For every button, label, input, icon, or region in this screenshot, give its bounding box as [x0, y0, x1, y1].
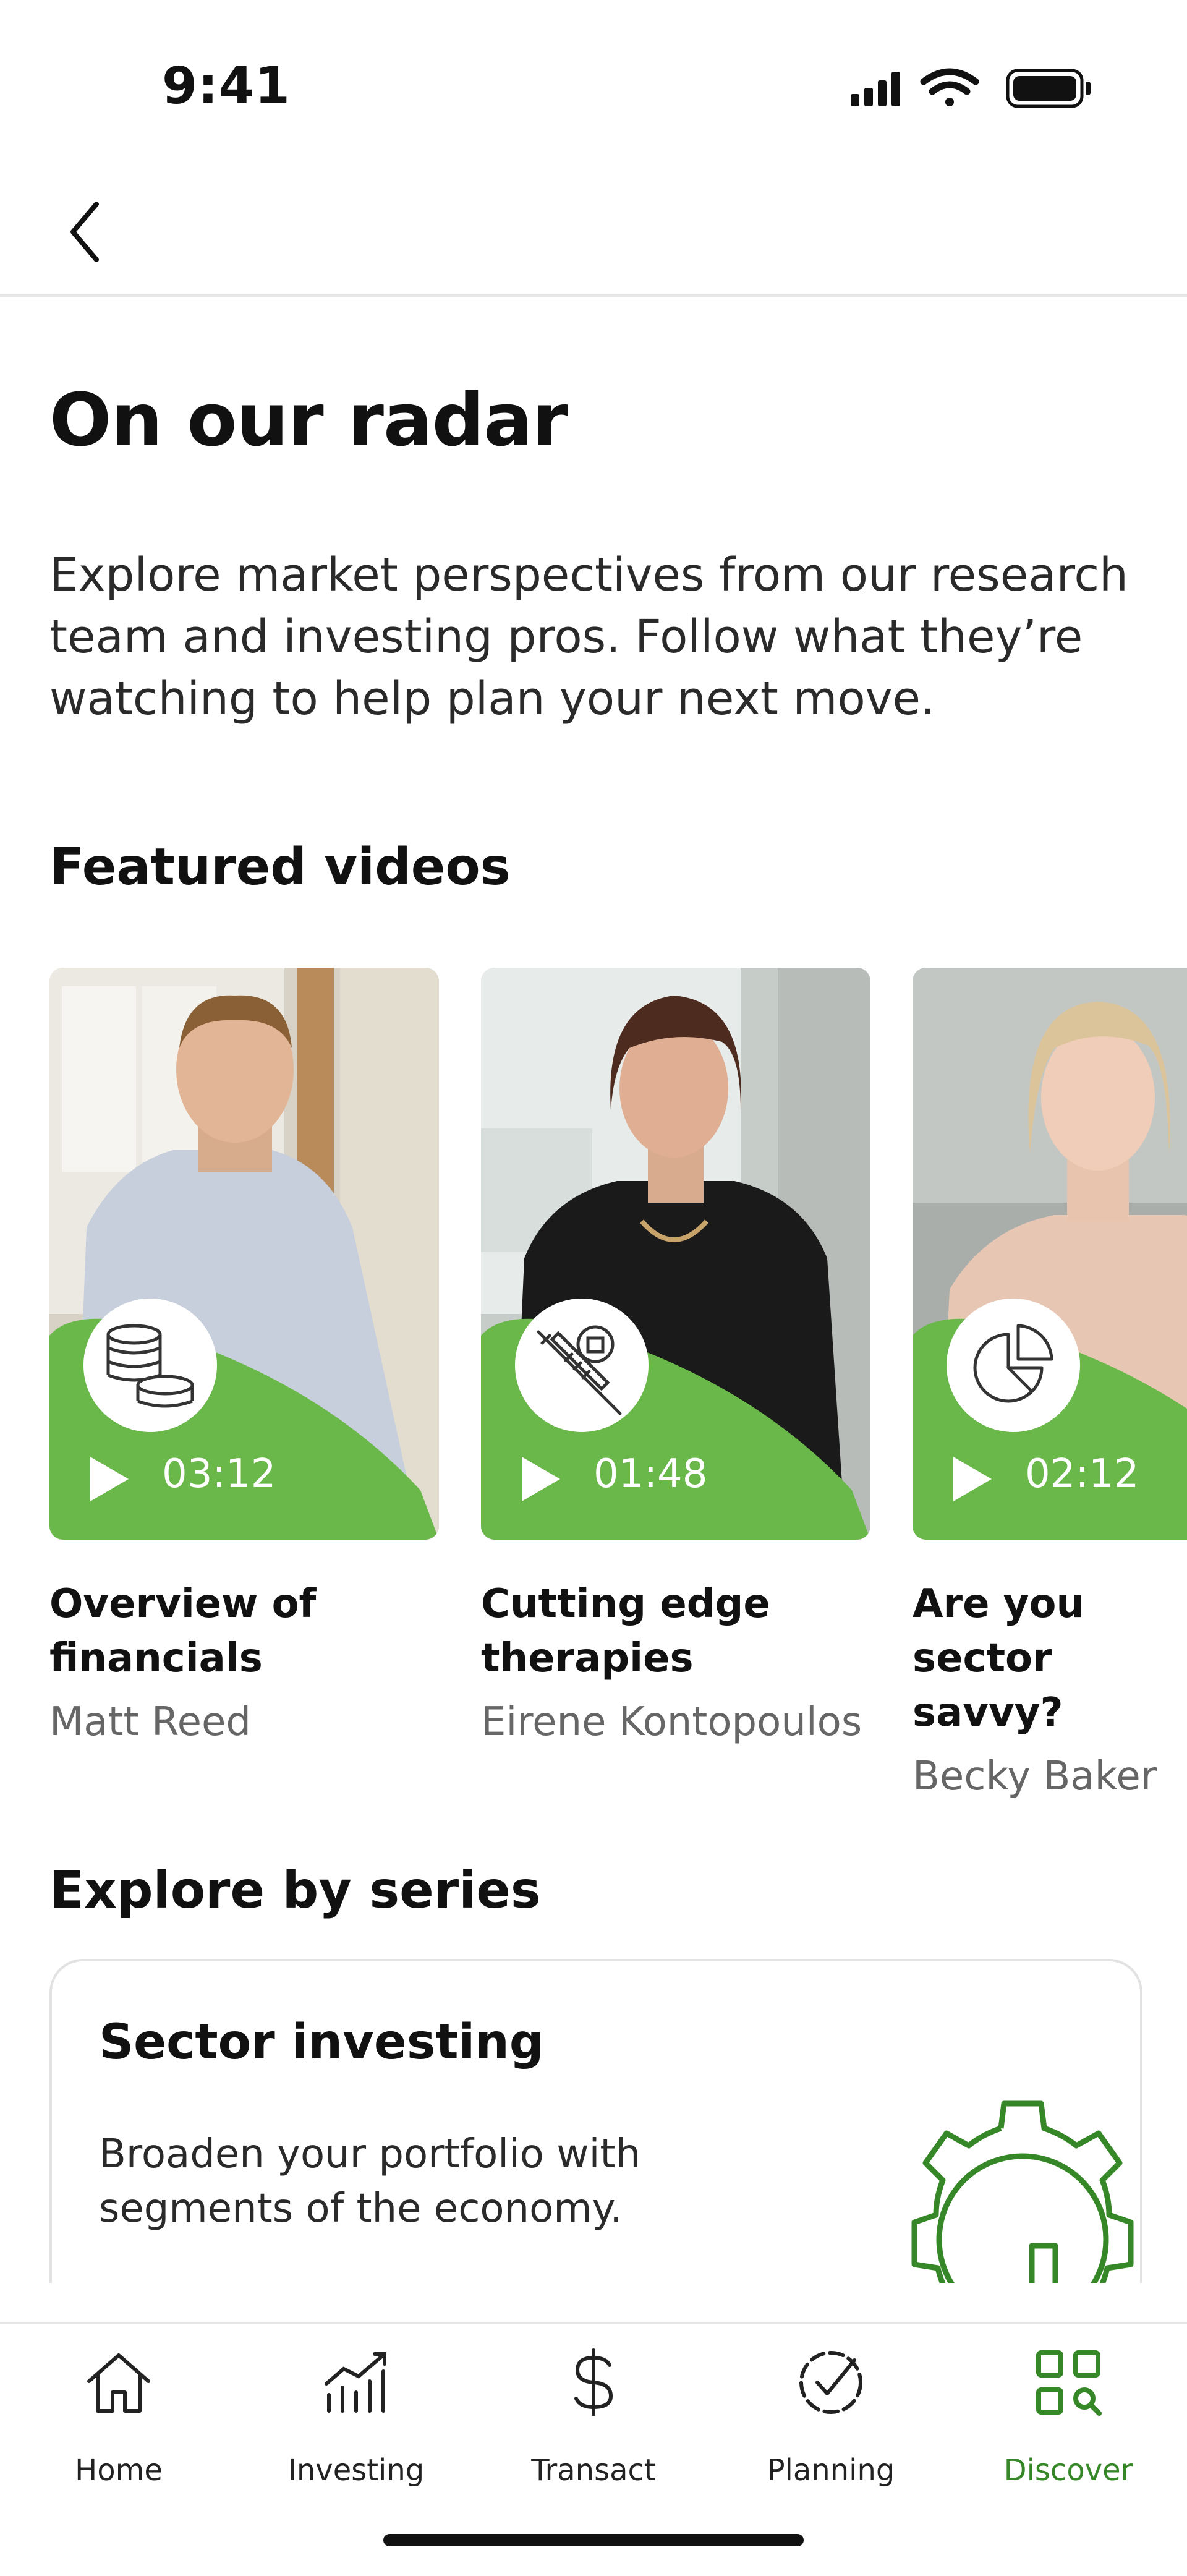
- gear-chart-icon: [911, 2100, 1134, 2283]
- back-button[interactable]: [56, 192, 124, 272]
- tab-discover[interactable]: Discover: [976, 2347, 1161, 2501]
- play-icon[interactable]: [519, 1454, 563, 1504]
- status-bar: 9:41: [0, 0, 1187, 155]
- video-title[interactable]: Are you sector savvy?: [913, 1577, 1187, 1740]
- video-card[interactable]: 03:12 Overview of financials Matt Reed: [49, 968, 439, 1745]
- status-time: 9:41: [162, 57, 291, 116]
- series-card-sector-investing[interactable]: Sector investing Broaden your portfolio …: [49, 1959, 1142, 2283]
- tab-label: Transact: [531, 2453, 656, 2488]
- coins-icon: [83, 1299, 217, 1432]
- investing-chart-icon: [325, 2352, 386, 2413]
- video-duration: 01:48: [594, 1451, 708, 1497]
- video-duration: 02:12: [1025, 1451, 1139, 1497]
- home-indicator: [383, 2534, 804, 2546]
- tab-label: Home: [75, 2453, 163, 2488]
- video-card[interactable]: 02:12 Are you sector savvy? Becky Baker: [913, 968, 1187, 1799]
- tab-label: Investing: [287, 2453, 425, 2488]
- video-author: Eirene Kontopoulos: [481, 1699, 862, 1745]
- tab-label: Discover: [1003, 2453, 1133, 2488]
- battery-icon: [1006, 69, 1091, 108]
- video-thumbnail[interactable]: 02:12: [913, 968, 1187, 1540]
- featured-videos-heading: Featured videos: [49, 838, 511, 897]
- play-icon[interactable]: [88, 1454, 131, 1504]
- tab-transact[interactable]: Transact: [501, 2347, 686, 2501]
- tab-label: Planning: [767, 2453, 895, 2488]
- video-author: Matt Reed: [49, 1699, 251, 1745]
- video-thumbnail[interactable]: 01:48: [481, 968, 870, 1540]
- series-title: Sector investing: [99, 2015, 544, 2070]
- video-title[interactable]: Overview of financials: [49, 1577, 439, 1686]
- video-duration: 03:12: [162, 1451, 276, 1497]
- video-author: Becky Baker: [913, 1754, 1157, 1799]
- page-title: On our radar: [49, 377, 568, 463]
- status-icons: [851, 68, 1091, 108]
- video-card[interactable]: 01:48 Cutting edge therapies Eirene Kont…: [481, 968, 870, 1745]
- nav-bar: [0, 155, 1187, 297]
- planning-check-icon: [799, 2351, 862, 2414]
- discover-grid-icon: [1036, 2350, 1102, 2416]
- tab-investing[interactable]: Investing: [263, 2347, 449, 2501]
- signal-icon: [851, 72, 900, 106]
- intro-text: Explore market perspectives from our res…: [49, 548, 1128, 725]
- syringe-icon: [515, 1299, 649, 1432]
- video-title[interactable]: Cutting edge therapies: [481, 1577, 870, 1686]
- tab-home[interactable]: Home: [26, 2347, 211, 2501]
- tab-planning[interactable]: Planning: [738, 2347, 924, 2501]
- pie-chart-icon: [947, 1299, 1080, 1432]
- explore-by-series-heading: Explore by series: [49, 1861, 541, 1920]
- video-thumbnail[interactable]: 03:12: [49, 968, 439, 1540]
- dollar-icon: [574, 2348, 613, 2416]
- wifi-icon: [920, 68, 979, 106]
- play-icon[interactable]: [951, 1454, 994, 1504]
- home-icon: [87, 2353, 150, 2413]
- series-description: Broaden your portfolio with segments of …: [99, 2131, 641, 2232]
